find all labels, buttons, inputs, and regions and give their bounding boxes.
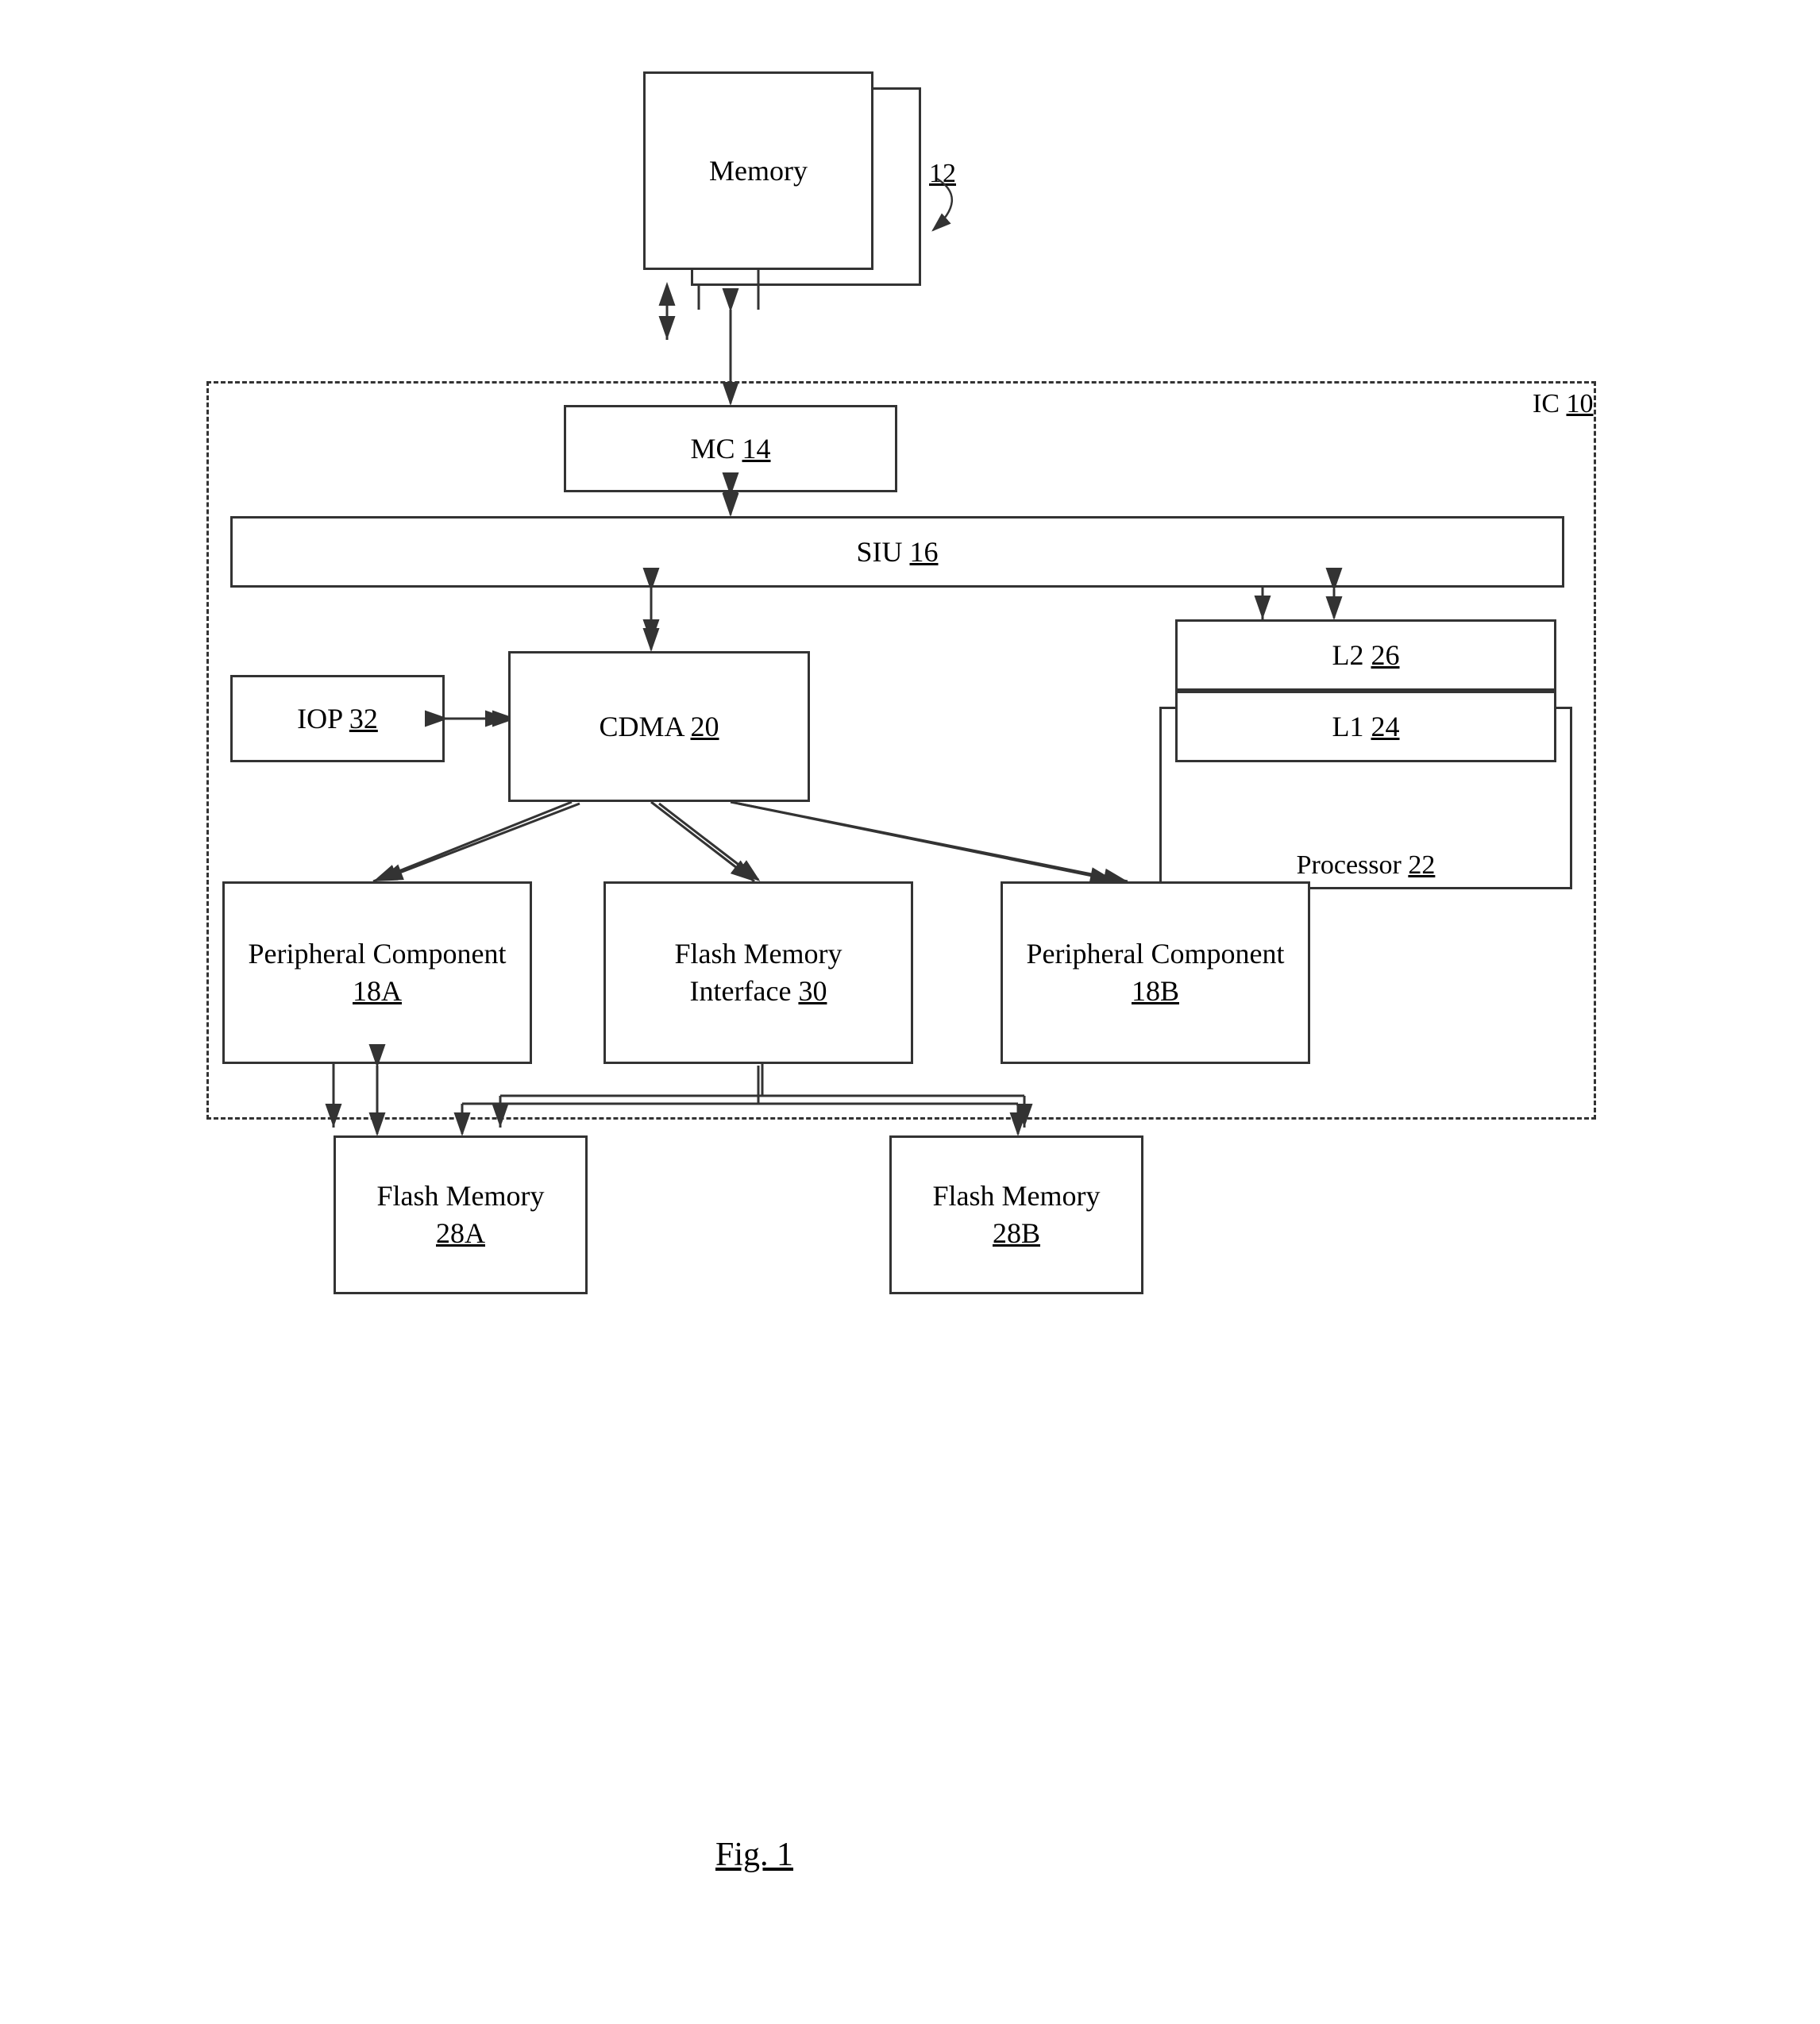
l1-box: L1 24 [1175, 691, 1556, 762]
ic-ref-label: IC 10 [1533, 389, 1594, 419]
flash-mem-b-label: Flash Memory28B [933, 1178, 1101, 1252]
cdma-label: CDMA 20 [599, 708, 719, 746]
fig-label: Fig. 1 [715, 1836, 793, 1874]
siu-box: SIU 16 [230, 516, 1564, 588]
mc-box: MC 14 [564, 405, 897, 492]
processor-label: Processor [1297, 850, 1402, 880]
flash-mem-b-box: Flash Memory28B [889, 1135, 1143, 1294]
peripheral-a-box: Peripheral Component 18A [222, 881, 532, 1064]
l2-box: L2 26 [1175, 619, 1556, 691]
flash-interface-box: Flash MemoryInterface 30 [603, 881, 913, 1064]
flash-mem-a-label: Flash Memory28A [377, 1178, 545, 1252]
memory-box: Memory [643, 71, 873, 270]
peripheral-a-label: Peripheral Component 18A [249, 935, 507, 1010]
iop-label: IOP 32 [297, 700, 378, 738]
peripheral-b-label: Peripheral Component 18B [1027, 935, 1285, 1010]
l2-label: L2 26 [1332, 637, 1400, 674]
peripheral-b-box: Peripheral Component 18B [1001, 881, 1310, 1064]
processor-ref: 22 [1408, 850, 1435, 880]
mc-label: MC 14 [690, 430, 770, 468]
cdma-box: CDMA 20 [508, 651, 810, 802]
l1-label: L1 24 [1332, 708, 1400, 746]
flash-interface-label: Flash MemoryInterface 30 [675, 935, 843, 1010]
iop-box: IOP 32 [230, 675, 445, 762]
memory-label: Memory [709, 152, 808, 190]
siu-label: SIU 16 [856, 534, 938, 571]
diagram-container: Memory 12 IC 10 MC 14 SIU 16 IOP 32 CDMA… [159, 40, 1628, 1906]
flash-mem-a-box: Flash Memory28A [334, 1135, 588, 1294]
memory-ref: 12 [929, 159, 956, 189]
